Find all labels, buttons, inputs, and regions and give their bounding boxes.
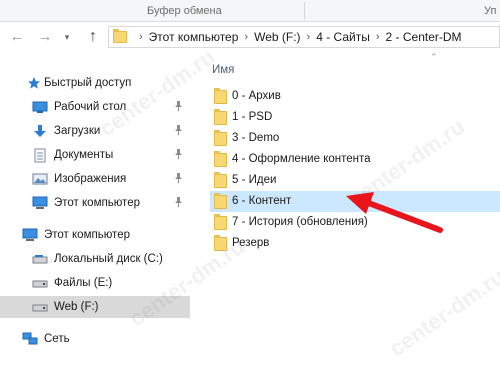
file-name: 1 - PSD — [232, 111, 273, 123]
documents-icon — [32, 147, 48, 163]
computer-icon — [22, 227, 38, 243]
clipboard-group-label: Буфер обмена — [147, 5, 222, 17]
file-name: 6 - Контент — [232, 195, 292, 207]
sidebar-item-this-pc-pinned[interactable]: Этот компьютер — [0, 192, 190, 214]
folder-icon — [113, 29, 127, 43]
pin-icon[interactable] — [174, 197, 183, 209]
drive-icon — [32, 275, 48, 291]
sidebar-item-label: Документы — [54, 149, 114, 161]
annotation-arrow-icon — [346, 192, 443, 233]
drive-icon — [32, 251, 48, 267]
breadcrumb-web-drive[interactable]: Web (F:) — [254, 30, 300, 44]
sidebar-item-label: Быстрый доступ — [44, 77, 132, 89]
breadcrumb-separator[interactable]: › — [376, 31, 380, 43]
pictures-icon — [32, 171, 48, 187]
sidebar-item-this-pc[interactable]: Этот компьютер — [0, 224, 190, 246]
ribbon-bar: Буфер обмена Уп — [0, 0, 500, 22]
folder-icon — [214, 172, 227, 188]
desktop-icon — [32, 99, 48, 115]
sidebar-item-downloads[interactable]: Загрузки — [0, 120, 190, 142]
sidebar-item-label: Файлы (E:) — [54, 277, 113, 289]
pin-icon[interactable] — [174, 125, 183, 137]
download-arrow-icon — [32, 123, 48, 139]
sort-caret-icon[interactable]: ⌃ — [430, 52, 438, 63]
folder-icon — [214, 214, 227, 230]
pin-icon[interactable] — [174, 149, 183, 161]
sidebar-item-network[interactable]: Сеть — [0, 328, 190, 350]
computer-icon — [32, 195, 48, 211]
address-bar[interactable]: › Этот компьютер › Web (F:) › 4 - Сайты … — [108, 26, 500, 48]
recent-locations-chevron-icon[interactable]: ▾ — [60, 27, 74, 47]
breadcrumb-separator[interactable]: › — [244, 31, 248, 43]
folder-icon — [214, 109, 227, 125]
file-name: 0 - Архив — [232, 90, 281, 102]
sidebar-item-drive-c[interactable]: Локальный диск (C:) — [0, 248, 190, 270]
file-name: 5 - Идеи — [232, 174, 277, 186]
folder-icon — [214, 151, 227, 167]
sidebar-item-pictures[interactable]: Изображения — [0, 168, 190, 190]
forward-arrow-icon[interactable]: → — [36, 27, 54, 47]
folder-icon — [214, 130, 227, 146]
ribbon-divider — [304, 2, 305, 20]
pin-icon[interactable] — [174, 101, 183, 113]
file-name: 4 - Оформление контента — [232, 153, 371, 165]
ribbon-group-label-truncated: Уп — [484, 5, 497, 17]
folder-icon — [214, 88, 227, 104]
sidebar-item-label: Загрузки — [54, 125, 101, 137]
folder-icon — [214, 193, 227, 209]
file-name: 3 - Demo — [232, 132, 280, 144]
list-item[interactable]: 0 - Архив — [210, 86, 500, 107]
up-arrow-icon[interactable]: ↑ — [84, 27, 102, 47]
breadcrumb-separator[interactable]: › — [139, 31, 143, 43]
sidebar-item-label: Изображения — [54, 173, 127, 185]
sidebar-item-label: Сеть — [44, 333, 70, 345]
sidebar-item-documents[interactable]: Документы — [0, 144, 190, 166]
breadcrumb-sites[interactable]: 4 - Сайты — [316, 30, 370, 44]
watermark-text: center-dm.ru — [384, 263, 500, 362]
breadcrumb-center-dm[interactable]: 2 - Center-DM — [386, 30, 462, 44]
sidebar-item-label: Этот компьютер — [44, 229, 130, 241]
pin-icon[interactable] — [174, 173, 183, 185]
drive-icon — [32, 299, 48, 315]
sidebar-item-label: Этот компьютер — [54, 197, 140, 209]
list-item[interactable]: 4 - Оформление контента — [210, 149, 500, 170]
back-arrow-icon[interactable]: ← — [8, 27, 26, 47]
network-icon — [22, 331, 38, 347]
breadcrumb-this-pc[interactable]: Этот компьютер — [149, 30, 239, 44]
breadcrumb-separator[interactable]: › — [307, 31, 311, 43]
star-icon — [26, 75, 42, 91]
sidebar-item-label: Локальный диск (C:) — [54, 253, 163, 265]
sidebar-item-label: Web (F:) — [54, 301, 99, 313]
